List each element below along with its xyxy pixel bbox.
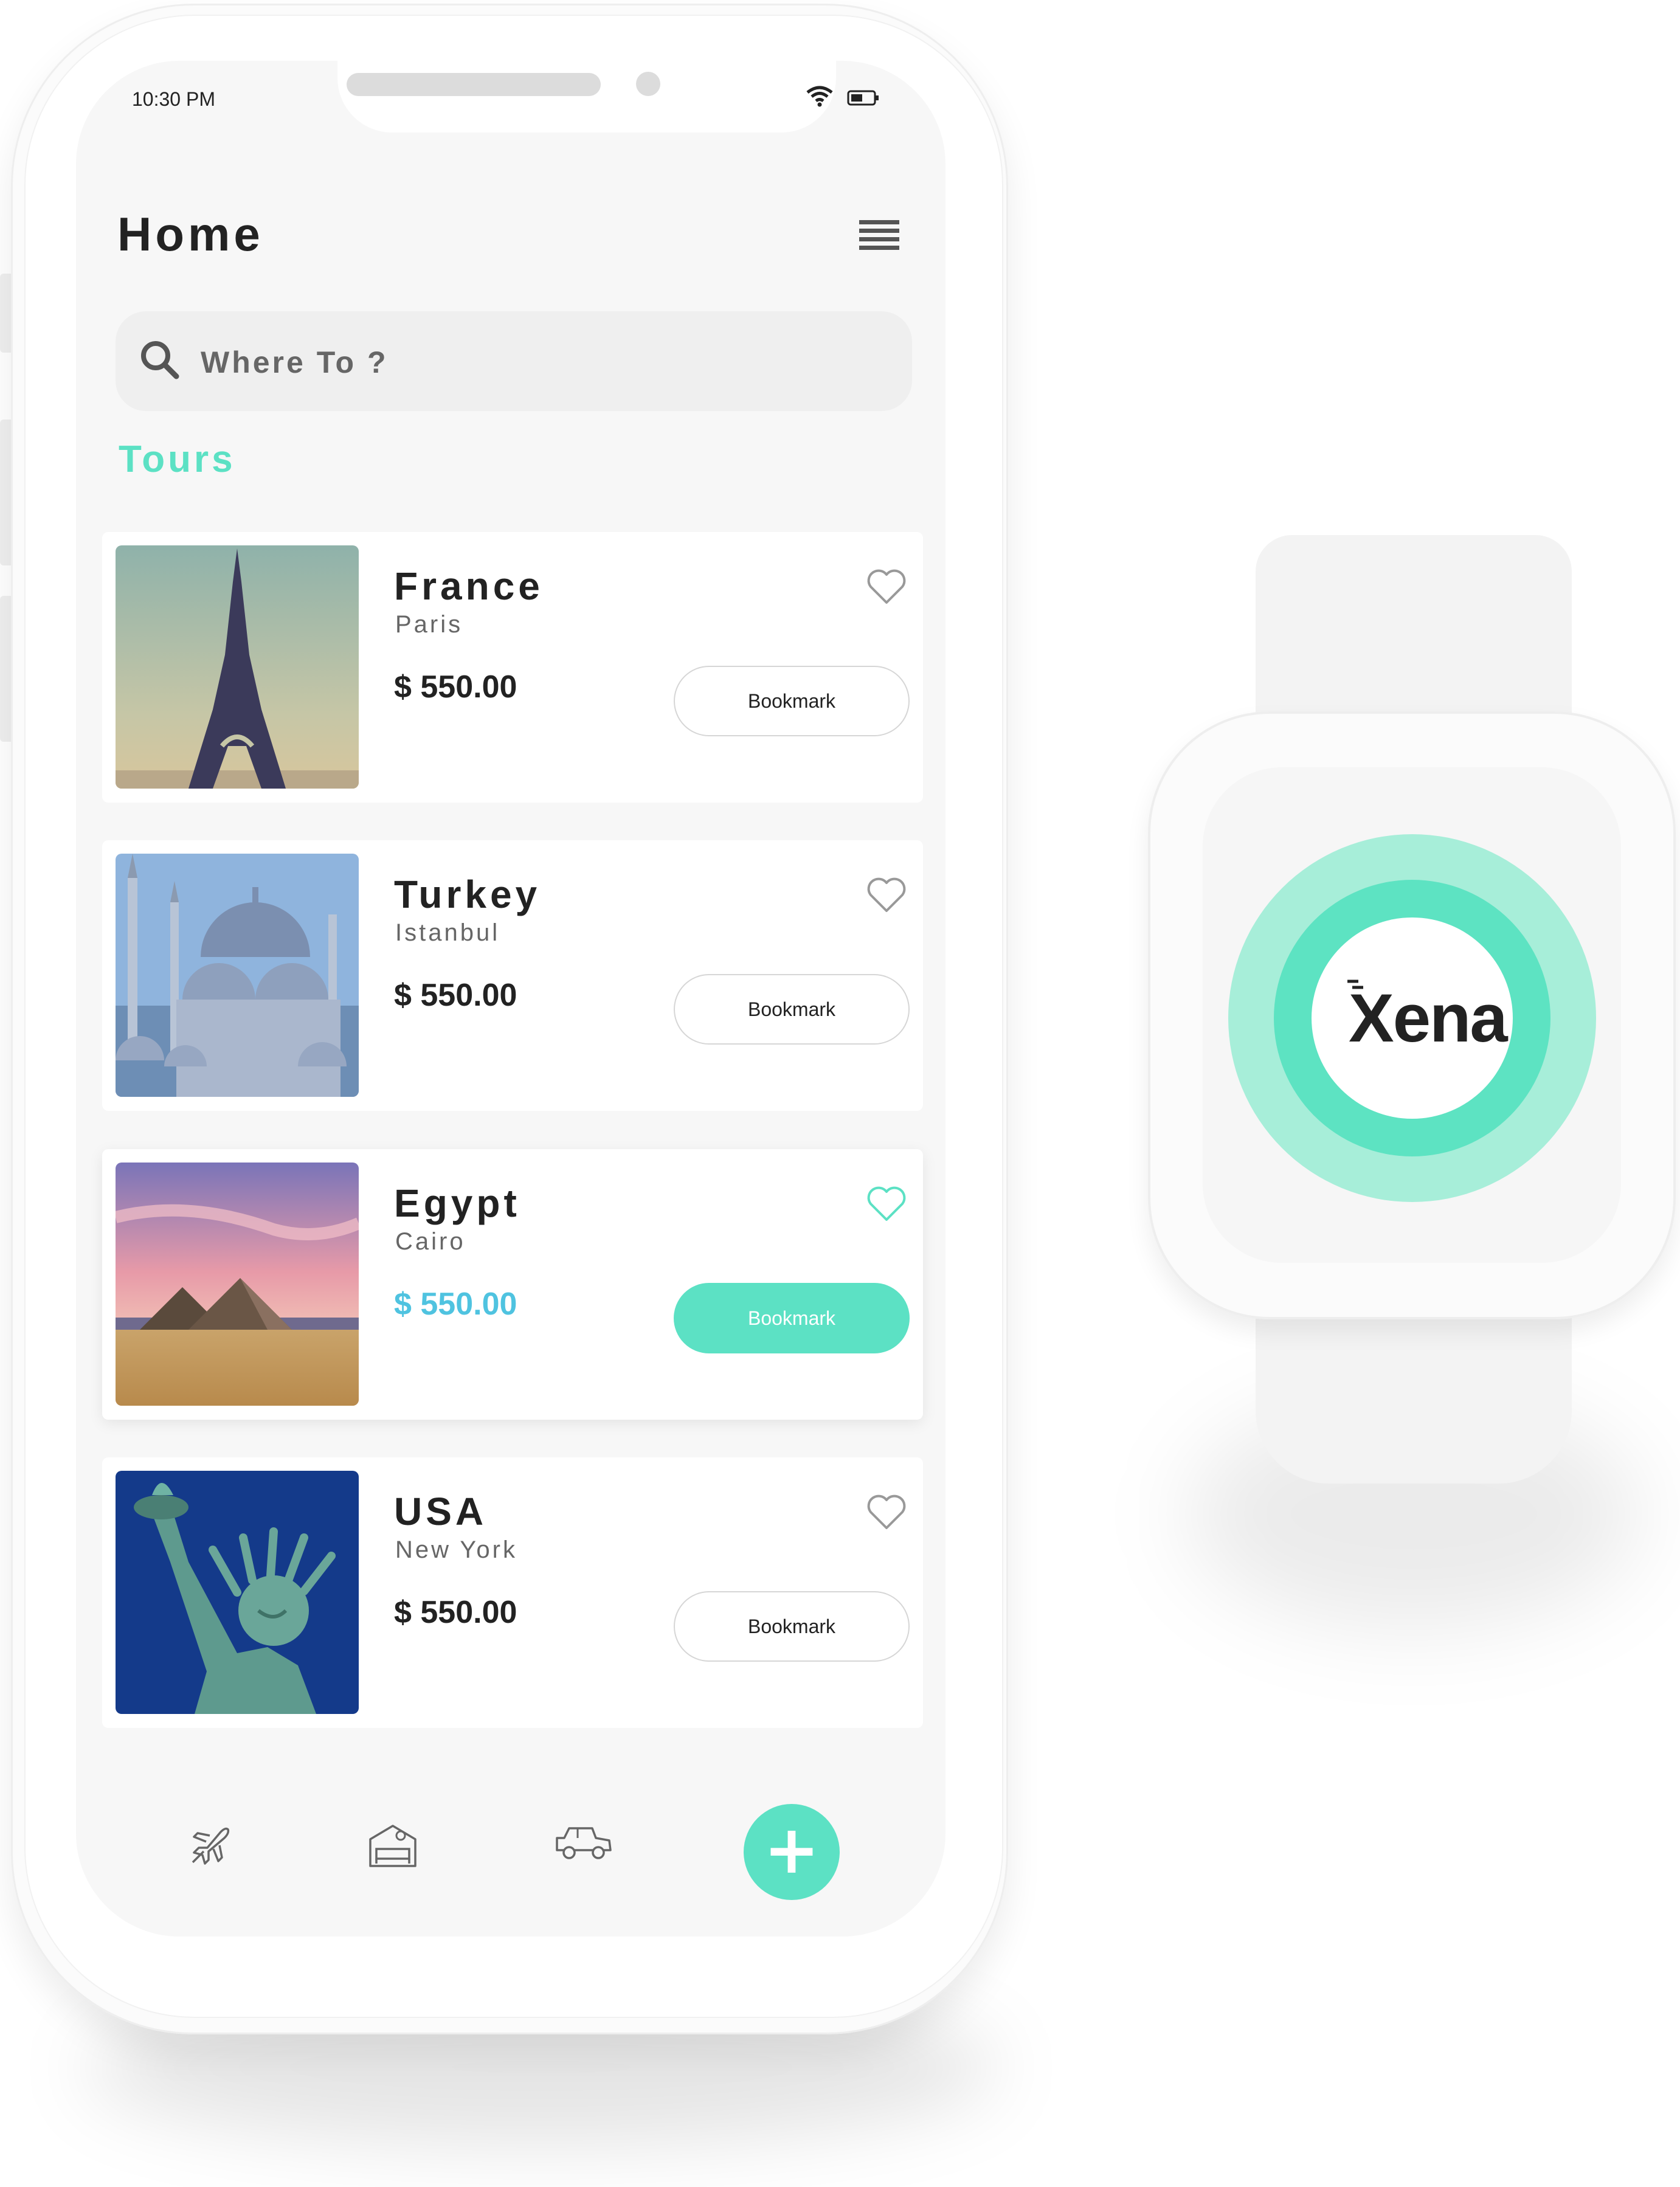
tour-image-statue-of-liberty bbox=[116, 1471, 359, 1714]
tour-country: France bbox=[394, 564, 544, 608]
jeep-icon[interactable] bbox=[553, 1821, 614, 1864]
add-button[interactable]: + bbox=[744, 1804, 840, 1900]
bookmark-button[interactable]: Bookmark bbox=[674, 1591, 910, 1662]
tour-card-france[interactable]: France Paris $ 550.00 Bookmark bbox=[102, 532, 923, 803]
status-time: 10:30 PM bbox=[132, 88, 215, 110]
front-camera bbox=[636, 72, 660, 96]
tour-city: Cairo bbox=[395, 1228, 466, 1255]
tour-card-turkey[interactable]: Turkey Istanbul $ 550.00 Bookmark bbox=[102, 840, 923, 1111]
tour-price: $ 550.00 bbox=[394, 1595, 517, 1630]
tour-city: Istanbul bbox=[395, 919, 500, 946]
tour-price: $ 550.00 bbox=[394, 978, 517, 1013]
tour-price: $ 550.00 bbox=[394, 669, 517, 705]
tour-image-blue-mosque bbox=[116, 854, 359, 1097]
tour-country: Egypt bbox=[394, 1181, 520, 1225]
menu-icon[interactable] bbox=[859, 220, 899, 250]
status-icons bbox=[806, 85, 880, 110]
tour-price: $ 550.00 bbox=[394, 1287, 517, 1322]
phone-volume-down bbox=[0, 596, 11, 742]
section-title-tours: Tours bbox=[119, 438, 236, 480]
page-title: Home bbox=[117, 207, 264, 261]
tour-image-pyramids bbox=[116, 1163, 359, 1406]
tour-city: New York bbox=[395, 1536, 517, 1563]
tour-card-usa[interactable]: USA New York $ 550.00 Bookmark bbox=[102, 1457, 923, 1728]
heart-icon-favorited[interactable] bbox=[866, 1186, 907, 1222]
heart-icon[interactable] bbox=[866, 1494, 907, 1530]
tour-city: Paris bbox=[395, 611, 463, 638]
heart-icon[interactable] bbox=[866, 877, 907, 913]
speaker-grille bbox=[347, 73, 601, 96]
watch-band-top bbox=[1256, 535, 1572, 736]
hotel-bed-icon[interactable] bbox=[365, 1821, 420, 1870]
bookmark-button[interactable]: Bookmark bbox=[674, 1283, 910, 1353]
search-bar[interactable]: Where To ? bbox=[116, 311, 912, 411]
search-input[interactable]: Where To ? bbox=[201, 345, 389, 380]
phone-notch bbox=[337, 61, 836, 133]
bottom-tab-bar: + bbox=[76, 1766, 945, 1937]
tour-card-egypt[interactable]: Egypt Cairo $ 550.00 Bookmark bbox=[102, 1149, 923, 1420]
search-icon bbox=[141, 341, 179, 379]
wifi-icon bbox=[806, 86, 833, 107]
phone-mute-switch bbox=[0, 274, 11, 353]
bookmark-button[interactable]: Bookmark bbox=[674, 666, 910, 736]
plus-icon: + bbox=[763, 1811, 820, 1888]
tour-country: Turkey bbox=[394, 872, 541, 916]
tour-image-eiffel-tower bbox=[116, 545, 359, 789]
phone-screen: 10:30 PM Home Where To ? Tours France Pa… bbox=[76, 61, 945, 1937]
plane-icon[interactable] bbox=[185, 1821, 234, 1870]
phone-volume-up bbox=[0, 420, 11, 565]
watch-logo-text: Xena bbox=[1349, 980, 1508, 1056]
bookmark-button[interactable]: Bookmark bbox=[674, 974, 910, 1045]
battery-icon bbox=[847, 90, 879, 106]
tour-country: USA bbox=[394, 1490, 488, 1533]
heart-icon[interactable] bbox=[866, 568, 907, 605]
